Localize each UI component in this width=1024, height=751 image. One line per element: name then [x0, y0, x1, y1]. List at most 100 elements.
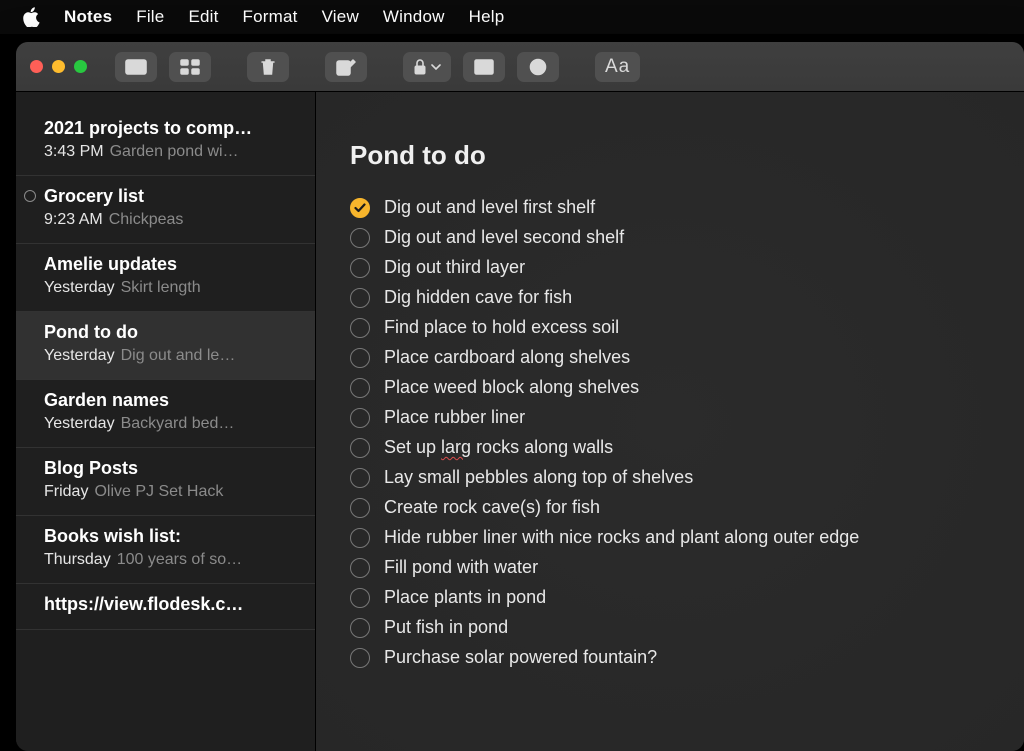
checklist-icon — [529, 58, 547, 76]
checklist-item-text: Dig out third layer — [384, 257, 525, 278]
note-list-title: Books wish list: — [44, 526, 301, 547]
checklist-item[interactable]: Dig hidden cave for fish — [350, 287, 990, 308]
checklist-item[interactable]: Purchase solar powered fountain? — [350, 647, 990, 668]
menu-window[interactable]: Window — [383, 7, 445, 27]
table-button[interactable] — [463, 52, 505, 82]
checklist-item-text: Place rubber liner — [384, 407, 525, 428]
checklist-item[interactable]: Put fish in pond — [350, 617, 990, 638]
note-list-title: Blog Posts — [44, 458, 301, 479]
table-icon — [474, 59, 494, 75]
checklist-item[interactable]: Lay small pebbles along top of shelves — [350, 467, 990, 488]
checklist-item-text: Place plants in pond — [384, 587, 546, 608]
checklist-item[interactable]: Fill pond with water — [350, 557, 990, 578]
note-list-item[interactable]: Grocery list 9:23 AMChickpeas — [16, 176, 315, 244]
checklist-item[interactable]: Hide rubber liner with nice rocks and pl… — [350, 527, 990, 548]
note-editor[interactable]: Pond to do Dig out and level first shelf… — [316, 92, 1024, 751]
checklist-item-text: Dig hidden cave for fish — [384, 287, 572, 308]
sidebar-toggle-icon — [125, 59, 147, 75]
checkbox-unchecked-icon[interactable] — [350, 258, 370, 278]
note-list-meta: YesterdayBackyard bed… — [44, 415, 301, 433]
checkbox-unchecked-icon[interactable] — [350, 318, 370, 338]
checkbox-unchecked-icon[interactable] — [350, 468, 370, 488]
note-list-title: 2021 projects to comp… — [44, 118, 301, 139]
compose-button[interactable] — [325, 52, 367, 82]
checkbox-unchecked-icon[interactable] — [350, 588, 370, 608]
macos-menubar: Notes File Edit Format View Window Help — [0, 0, 1024, 34]
note-list-meta: FridayOlive PJ Set Hack — [44, 483, 301, 501]
text-style-button[interactable]: Aa — [595, 52, 640, 82]
chevron-down-icon — [431, 64, 441, 70]
menu-help[interactable]: Help — [469, 7, 505, 27]
note-title[interactable]: Pond to do — [350, 140, 990, 171]
checkbox-unchecked-icon[interactable] — [350, 378, 370, 398]
checkbox-unchecked-icon[interactable] — [350, 528, 370, 548]
checklist-item[interactable]: Find place to hold excess soil — [350, 317, 990, 338]
text-style-icon: Aa — [605, 57, 630, 76]
checklist-item[interactable]: Dig out third layer — [350, 257, 990, 278]
note-list-meta: YesterdayDig out and le… — [44, 347, 301, 365]
menu-edit[interactable]: Edit — [188, 7, 218, 27]
note-list-title: Pond to do — [44, 322, 301, 343]
checkbox-unchecked-icon[interactable] — [350, 618, 370, 638]
checkbox-unchecked-icon[interactable] — [350, 288, 370, 308]
checkbox-checked-icon[interactable] — [350, 198, 370, 218]
note-list-item[interactable]: 2021 projects to comp… 3:43 PMGarden pond… — [16, 108, 315, 176]
note-list-meta: 9:23 AMChickpeas — [44, 211, 301, 229]
checklist-item-text: Create rock cave(s) for fish — [384, 497, 600, 518]
gallery-view-icon — [180, 59, 200, 75]
menu-view[interactable]: View — [322, 7, 359, 27]
checklist-item-text: Lay small pebbles along top of shelves — [384, 467, 693, 488]
gallery-view-button[interactable] — [169, 52, 211, 82]
checklist-item-text: Fill pond with water — [384, 557, 538, 578]
menu-file[interactable]: File — [136, 7, 164, 27]
checklist-item-text: Dig out and level first shelf — [384, 197, 595, 218]
note-list-item[interactable]: Amelie updatesYesterdaySkirt length — [16, 244, 315, 312]
checklist-item[interactable]: Dig out and level second shelf — [350, 227, 990, 248]
note-list-item[interactable]: Books wish list: Thursday100 years of so… — [16, 516, 315, 584]
checklist-item-text: Purchase solar powered fountain? — [384, 647, 657, 668]
notes-list[interactable]: 2021 projects to comp… 3:43 PMGarden pond… — [16, 92, 316, 751]
note-list-meta: 3:43 PMGarden pond wi… — [44, 143, 301, 161]
close-window-button[interactable] — [30, 60, 43, 73]
checkbox-unchecked-icon[interactable] — [350, 558, 370, 578]
window-controls — [30, 60, 87, 73]
zoom-window-button[interactable] — [74, 60, 87, 73]
checkbox-unchecked-icon[interactable] — [350, 438, 370, 458]
checkbox-unchecked-icon[interactable] — [350, 498, 370, 518]
checklist-item[interactable]: Place cardboard along shelves — [350, 347, 990, 368]
checkbox-unchecked-icon[interactable] — [350, 348, 370, 368]
note-list-item[interactable]: Blog Posts FridayOlive PJ Set Hack — [16, 448, 315, 516]
notes-window: Aa 2021 projects to comp… 3:43 PMGarden p… — [16, 42, 1024, 751]
checklist-item-text: Hide rubber liner with nice rocks and pl… — [384, 527, 859, 548]
checklist-item[interactable]: Create rock cave(s) for fish — [350, 497, 990, 518]
minimize-window-button[interactable] — [52, 60, 65, 73]
delete-button[interactable] — [247, 52, 289, 82]
apple-menu-icon[interactable] — [22, 7, 40, 27]
note-list-title: Garden names — [44, 390, 301, 411]
note-list-title: Grocery list — [44, 186, 301, 207]
checklist-item[interactable]: Place rubber liner — [350, 407, 990, 428]
note-list-item[interactable]: https://view.flodesk.c… — [16, 584, 315, 630]
checkbox-unchecked-icon[interactable] — [350, 648, 370, 668]
note-list-item[interactable]: Pond to do YesterdayDig out and le… — [16, 312, 315, 380]
checkbox-unchecked-icon[interactable] — [350, 228, 370, 248]
checkbox-unchecked-icon[interactable] — [350, 408, 370, 428]
checklist-button[interactable] — [517, 52, 559, 82]
checklist-item-text: Dig out and level second shelf — [384, 227, 624, 248]
menu-format[interactable]: Format — [243, 7, 298, 27]
checklist-item[interactable]: Place weed block along shelves — [350, 377, 990, 398]
checklist-item[interactable]: Place plants in pond — [350, 587, 990, 608]
app-menu[interactable]: Notes — [64, 7, 112, 27]
checklist-item-text: Put fish in pond — [384, 617, 508, 638]
checklist-item-text: Find place to hold excess soil — [384, 317, 619, 338]
trash-icon — [260, 58, 276, 76]
checklist-item-text: Place cardboard along shelves — [384, 347, 630, 368]
checklist-item[interactable]: Dig out and level first shelf — [350, 197, 990, 218]
lock-button[interactable] — [403, 52, 451, 82]
note-list-item[interactable]: Garden names YesterdayBackyard bed… — [16, 380, 315, 448]
checklist-item-text: Place weed block along shelves — [384, 377, 639, 398]
checklist-item[interactable]: Set up larg rocks along walls — [350, 437, 990, 458]
compose-icon — [336, 58, 356, 76]
sidebar-toggle-button[interactable] — [115, 52, 157, 82]
note-list-meta: Thursday100 years of so… — [44, 551, 301, 569]
